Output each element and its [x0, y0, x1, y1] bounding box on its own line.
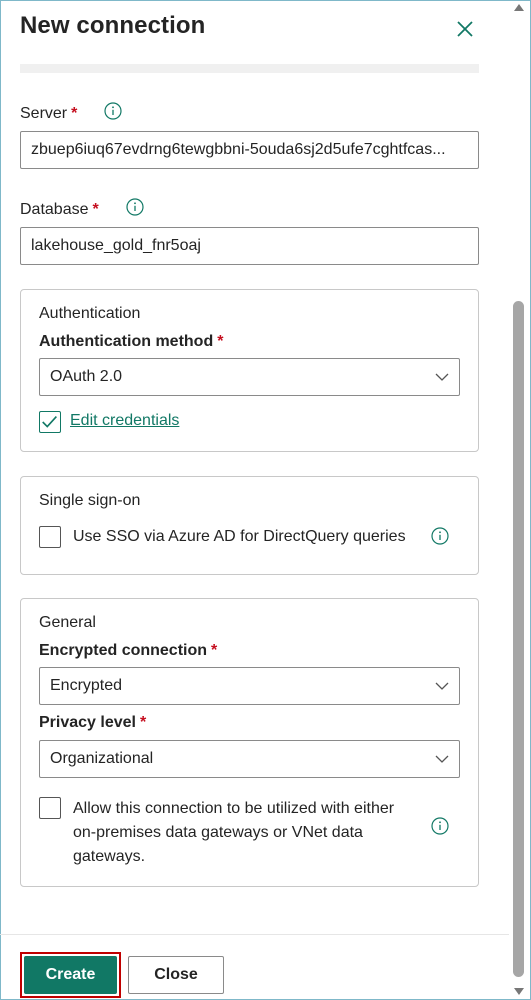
chevron-down-icon	[435, 373, 449, 381]
server-label: Server *	[20, 105, 78, 122]
gateway-checkbox[interactable]	[39, 797, 61, 819]
authentication-title: Authentication	[39, 305, 141, 322]
sso-checkbox[interactable]	[39, 526, 61, 548]
database-input[interactable]: lakehouse_gold_fnr5oaj	[20, 227, 479, 265]
scrolled-content-edge	[20, 64, 479, 73]
footer-divider	[0, 934, 509, 935]
info-icon[interactable]	[431, 527, 449, 545]
edit-credentials-checkbox[interactable]	[39, 411, 61, 433]
dialog-title: New connection	[20, 12, 206, 39]
encrypted-connection-select[interactable]: Encrypted	[39, 667, 460, 705]
scroll-up-arrow-icon[interactable]	[514, 4, 524, 11]
edit-credentials-link[interactable]: Edit credentials	[70, 412, 179, 430]
chevron-down-icon	[435, 682, 449, 690]
scrollbar-thumb[interactable]	[513, 301, 524, 977]
create-button[interactable]: Create	[24, 956, 117, 994]
close-icon[interactable]	[454, 18, 476, 40]
authentication-method-select[interactable]: OAuth 2.0	[39, 358, 460, 396]
server-input[interactable]: zbuep6iuq67evdrng6tewgbbni-5ouda6sj2d5uf…	[20, 131, 479, 169]
scroll-down-arrow-icon[interactable]	[514, 988, 524, 995]
sso-checkbox-label: Use SSO via Azure AD for DirectQuery que…	[73, 528, 406, 545]
privacy-level-label: Privacy level *	[39, 714, 147, 731]
gateway-checkbox-label: Allow this connection to be utilized wit…	[73, 800, 395, 865]
privacy-level-select[interactable]: Organizational	[39, 740, 460, 778]
sso-title: Single sign-on	[39, 492, 141, 509]
authentication-method-label: Authentication method *	[39, 333, 224, 350]
general-title: General	[39, 614, 96, 631]
encrypted-connection-label: Encrypted connection *	[39, 642, 218, 659]
info-icon[interactable]	[126, 198, 144, 216]
info-icon[interactable]	[431, 817, 449, 835]
database-label: Database *	[20, 201, 99, 218]
chevron-down-icon	[435, 755, 449, 763]
close-button[interactable]: Close	[128, 956, 224, 994]
checkmark-icon	[42, 415, 57, 428]
info-icon[interactable]	[104, 102, 122, 120]
